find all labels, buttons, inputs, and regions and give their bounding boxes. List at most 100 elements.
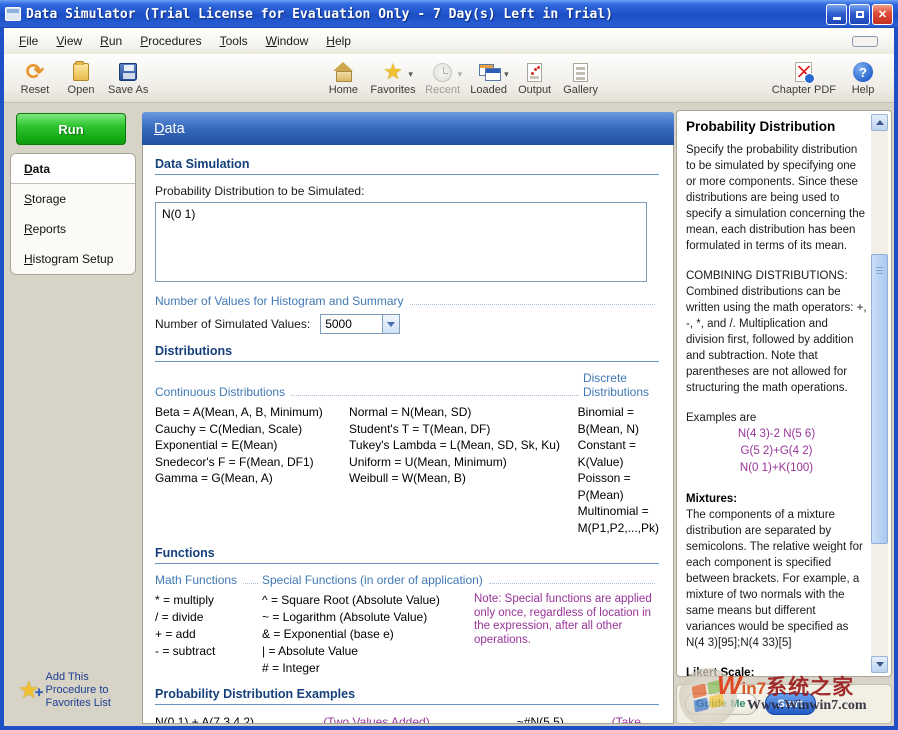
- home-button[interactable]: Home: [320, 59, 366, 97]
- output-chart-icon: [527, 63, 542, 82]
- minimize-button[interactable]: [826, 4, 847, 25]
- window-title: Data Simulator (Trial License for Evalua…: [26, 7, 613, 22]
- math-fn: * = multiply: [155, 592, 262, 609]
- menu-help[interactable]: Help: [317, 30, 360, 52]
- continuous-distributions-header: Continuous Distributions: [155, 385, 285, 399]
- mixtures-text: The components of a mixture distribution…: [686, 507, 867, 635]
- close-button[interactable]: ✕: [872, 4, 893, 25]
- sidebar-tab-histogram-setup[interactable]: Histogram Setup: [11, 244, 135, 274]
- help-paragraph: Specify the probability distribution to …: [686, 142, 867, 254]
- special-functions-list: ^ = Square Root (Absolute Value) ~ = Log…: [262, 592, 474, 677]
- output-button[interactable]: Output: [512, 59, 558, 97]
- scroll-up-icon[interactable]: [871, 114, 888, 131]
- add-to-favorites-link[interactable]: ★+ Add This Procedure to Favorites List: [18, 671, 111, 710]
- run-button[interactable]: Run: [16, 113, 126, 145]
- menu-file[interactable]: File: [10, 30, 47, 52]
- section-distributions: Distributions Continuous Distributions D…: [155, 344, 659, 536]
- dist-item: Cauchy = C(Median, Scale): [155, 421, 349, 438]
- help-icon: ?: [853, 62, 873, 82]
- distribution-label: Probability Distribution to be Simulated…: [155, 184, 659, 198]
- dist-item: Normal = N(Mean, SD): [349, 404, 578, 421]
- guide-me-button[interactable]: Guide Me: [685, 693, 757, 715]
- help-example: G(5 2)+G(4 2): [686, 443, 867, 460]
- loaded-dropdown-icon[interactable]: ▾: [504, 69, 509, 80]
- section-title-examples: Probability Distribution Examples: [155, 687, 659, 705]
- math-fn: + = add: [155, 626, 262, 643]
- title-bar[interactable]: Data Simulator (Trial License for Evalua…: [0, 0, 898, 28]
- simulated-values-select[interactable]: 5000: [320, 314, 400, 334]
- menu-view[interactable]: View: [47, 30, 91, 52]
- menu-bar: File View Run Procedures Tools Window He…: [4, 28, 894, 54]
- special-functions-header: Special Functions (in order of applicati…: [262, 573, 483, 587]
- dist-item: Exponential = E(Mean): [155, 437, 349, 454]
- math-fn: / = divide: [155, 609, 262, 626]
- bottom-action-bar: Guide Me Start: [676, 684, 892, 724]
- maximize-button[interactable]: [849, 4, 870, 25]
- likert-header: Likert Scale:: [686, 667, 867, 677]
- sidebar-tab-data[interactable]: Data: [11, 154, 135, 184]
- reset-button[interactable]: ⟳ Reset: [12, 59, 58, 97]
- chevron-down-icon[interactable]: [382, 315, 399, 333]
- mdi-restore-button[interactable]: [852, 36, 878, 47]
- scroll-down-icon[interactable]: [871, 656, 888, 673]
- chapter-pdf-button[interactable]: Chapter PDF: [768, 59, 840, 97]
- example-expression: ~#N(5 5): [517, 714, 612, 724]
- home-icon: [333, 63, 353, 81]
- help-content: Probability Distribution Specify the pro…: [676, 110, 892, 677]
- special-fn: | = Absolute Value: [262, 643, 474, 660]
- example-note: (Two Values Added): [323, 714, 517, 724]
- help-example: N(0 1)+K(100): [686, 460, 867, 477]
- examples-label: Examples are: [686, 410, 867, 426]
- favorites-button[interactable]: ★ ▾ Favorites: [366, 59, 419, 97]
- open-button[interactable]: Open: [58, 59, 104, 97]
- loaded-button[interactable]: ▾ Loaded: [466, 59, 512, 97]
- sidebar-tab-storage[interactable]: Storage: [11, 184, 135, 214]
- help-title: Probability Distribution: [686, 119, 867, 134]
- continuous-col1: Beta = A(Mean, A, B, Minimum) Cauchy = C…: [155, 404, 349, 536]
- menu-window[interactable]: Window: [257, 30, 318, 52]
- start-button[interactable]: Start: [765, 693, 816, 715]
- example-note: (Take Log and Convert to Integers): [612, 714, 659, 724]
- sidebar-tabs: Data Storage Reports Histogram Setup: [10, 153, 136, 275]
- distribution-input[interactable]: N(0 1): [155, 202, 647, 282]
- dist-item: Snedecor's F = F(Mean, DF1): [155, 454, 349, 471]
- combining-header: COMBINING DISTRIBUTIONS:: [686, 268, 867, 284]
- favorites-dropdown-icon[interactable]: ▾: [408, 69, 413, 80]
- main-panel: Data Data Simulation Probability Distrib…: [142, 112, 674, 724]
- simulated-values-label: Number of Simulated Values:: [155, 317, 310, 331]
- save-floppy-icon: [119, 63, 137, 81]
- menu-procedures[interactable]: Procedures: [131, 30, 210, 52]
- discrete-col: Binomial = B(Mean, N) Constant = K(Value…: [578, 404, 659, 536]
- histogram-subheader: Number of Values for Histogram and Summa…: [155, 294, 404, 308]
- special-fn: ^ = Square Root (Absolute Value): [262, 592, 474, 609]
- save-as-button[interactable]: Save As: [104, 59, 152, 97]
- dist-item: Uniform = U(Mean, Minimum): [349, 454, 578, 471]
- star-plus-icon: ★+: [18, 680, 40, 702]
- dist-item: Gamma = G(Mean, A): [155, 470, 349, 487]
- sidebar: Run Data Storage Reports Histogram Setup…: [4, 103, 142, 726]
- help-scrollbar[interactable]: [871, 114, 888, 673]
- favorites-star-icon: ★: [383, 62, 403, 82]
- dist-item: Student's T = T(Mean, DF): [349, 421, 578, 438]
- reset-icon: ⟳: [26, 61, 44, 83]
- help-button[interactable]: ? Help: [840, 59, 886, 97]
- dist-item: Beta = A(Mean, A, B, Minimum): [155, 404, 349, 421]
- menu-run[interactable]: Run: [91, 30, 131, 52]
- dist-item: Constant = K(Value): [578, 437, 659, 470]
- special-fn: ~ = Logarithm (Absolute Value): [262, 609, 474, 626]
- recent-button: ▾ Recent: [420, 59, 466, 97]
- menu-tools[interactable]: Tools: [211, 30, 257, 52]
- section-data-simulation: Data Simulation Probability Distribution…: [155, 157, 659, 334]
- gallery-document-icon: [573, 63, 588, 82]
- gallery-button[interactable]: Gallery: [558, 59, 604, 97]
- scrollbar-thumb[interactable]: [871, 254, 888, 544]
- recent-clock-icon: [433, 63, 452, 82]
- section-title-data-simulation: Data Simulation: [155, 157, 659, 175]
- math-functions-header: Math Functions: [155, 573, 237, 587]
- special-fn: # = Integer: [262, 660, 474, 677]
- open-folder-icon: [73, 63, 89, 81]
- dist-item: Multinomial = M(P1,P2,...,Pk): [578, 503, 659, 536]
- mixtures-example: N(4 3)[95];N(4 33)[5]: [686, 635, 867, 651]
- sidebar-tab-reports[interactable]: Reports: [11, 214, 135, 244]
- app-window: Data Simulator (Trial License for Evalua…: [0, 0, 898, 730]
